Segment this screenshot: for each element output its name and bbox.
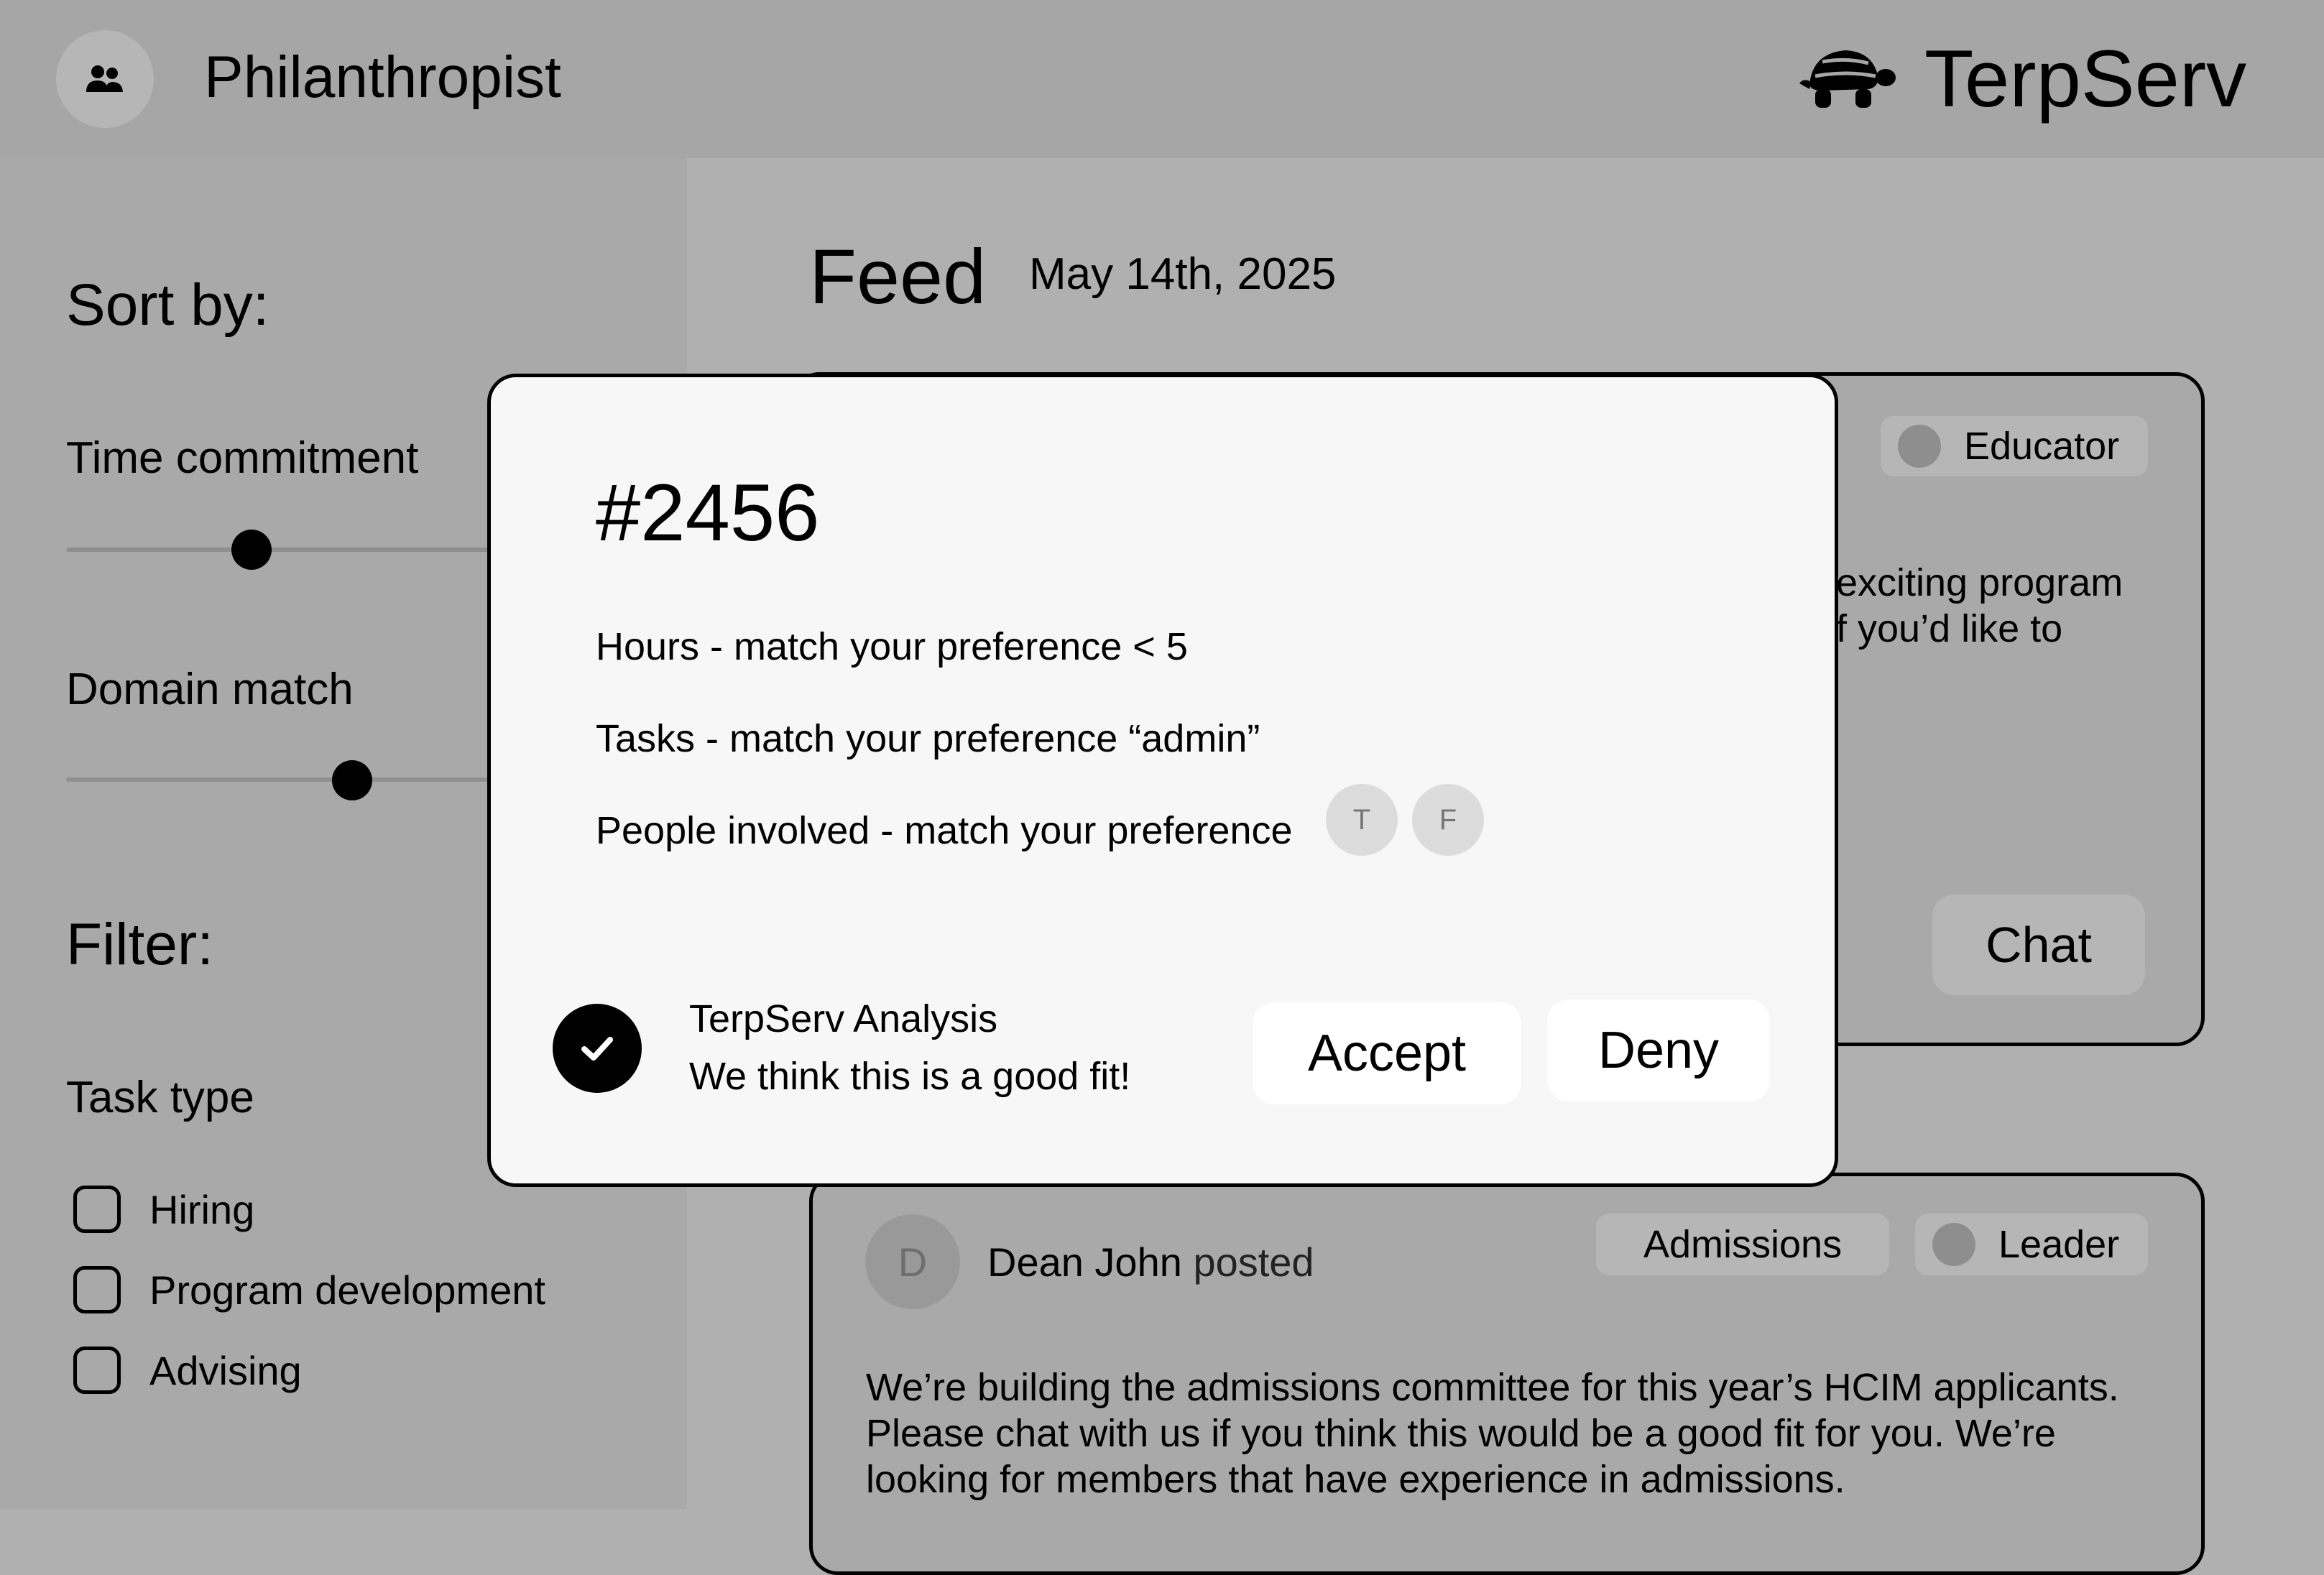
advising-checkbox[interactable]	[73, 1347, 121, 1394]
match-modal: #2456 Hours - match your preference < 5 …	[487, 374, 1838, 1187]
tasks-match: Tasks - match your preference “admin”	[596, 717, 1260, 760]
chat-button[interactable]: Chat	[1932, 895, 2145, 995]
brand-name[interactable]: TerpServ	[1924, 34, 2246, 124]
poster-line: Dean John posted	[987, 1239, 1314, 1285]
avatar[interactable]: D	[865, 1214, 960, 1309]
checkmark-icon	[581, 1037, 613, 1061]
check-icon	[553, 1004, 642, 1093]
post-body-line: exciting program	[1836, 561, 2124, 604]
poster-name[interactable]: Dean John	[987, 1239, 1182, 1285]
hiring-label: Hiring	[149, 1186, 255, 1232]
program-development-label: Program development	[149, 1267, 545, 1313]
tag-label: Leader	[1998, 1223, 2120, 1266]
feed-title: Feed	[809, 233, 987, 320]
filter-program-development[interactable]: Program development	[73, 1265, 545, 1315]
post-body-line: looking for members that have experience…	[866, 1458, 1845, 1501]
tag-dot-icon	[1932, 1223, 1975, 1266]
hiring-checkbox[interactable]	[73, 1186, 121, 1233]
person-avatar[interactable]: T	[1326, 784, 1398, 856]
filter-title: Filter:	[66, 912, 213, 977]
time-commitment-thumb[interactable]	[231, 530, 272, 570]
role-tag: Leader	[1915, 1214, 2149, 1275]
post-body-line: We’re building the admissions committee …	[866, 1366, 2119, 1409]
domain-match-thumb[interactable]	[332, 760, 372, 800]
filter-hiring[interactable]: Hiring	[73, 1184, 254, 1234]
turtle-icon	[1799, 50, 1896, 108]
modal-title: #2456	[596, 468, 820, 558]
role-tag: Educator	[1881, 416, 2149, 476]
advising-label: Advising	[149, 1347, 302, 1393]
tag-label: Educator	[1964, 425, 2120, 468]
hours-match: Hours - match your preference < 5	[596, 625, 1188, 668]
task-type-title: Task type	[66, 1073, 254, 1122]
poster-verb: posted	[1193, 1239, 1314, 1285]
accept-button[interactable]: Accept	[1253, 1002, 1521, 1104]
domain-match-label: Domain match	[66, 665, 354, 714]
department-tag: Admissions	[1596, 1214, 1890, 1275]
sort-title: Sort by:	[66, 272, 269, 338]
post-card: Admissions Leader We’re building the adm…	[809, 1173, 2205, 1575]
time-commitment-label: Time commitment	[66, 433, 419, 483]
tag-label: Admissions	[1643, 1223, 1843, 1266]
people-match: People involved - match your preference	[596, 809, 1293, 852]
role-title: Philanthropist	[204, 45, 561, 110]
deny-button[interactable]: Deny	[1547, 999, 1770, 1101]
filter-advising[interactable]: Advising	[73, 1345, 302, 1395]
top-header: Philanthropist TerpServ	[0, 0, 2324, 158]
feed-date: May 14th, 2025	[1029, 249, 1337, 299]
post-body-line: Please chat with us if you think this wo…	[866, 1412, 2056, 1455]
program-development-checkbox[interactable]	[73, 1266, 121, 1313]
analysis-text: We think this is a good fit!	[689, 1055, 1131, 1098]
analysis-title: TerpServ Analysis	[689, 997, 998, 1040]
post-body-line: f you’d like to	[1836, 607, 2063, 650]
role-avatar[interactable]	[56, 30, 154, 128]
people-icon	[86, 65, 123, 92]
tag-dot-icon	[1898, 425, 1941, 468]
person-avatar[interactable]: F	[1412, 784, 1484, 856]
